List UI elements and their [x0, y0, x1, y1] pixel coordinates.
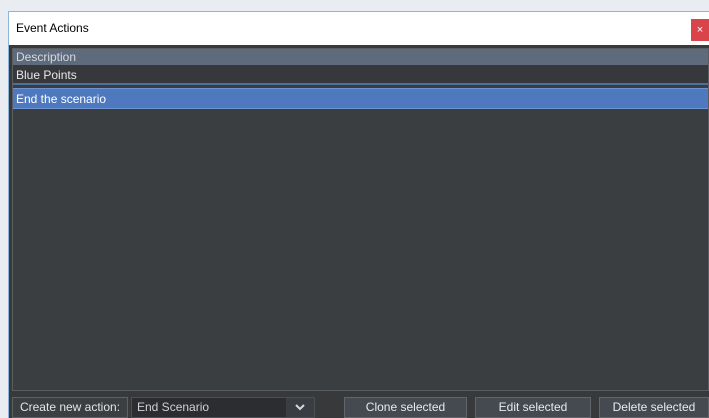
dialog-content: Description Blue Points End the scenario…	[9, 45, 709, 418]
close-icon: ×	[696, 24, 704, 36]
actions-list[interactable]: Description Blue Points End the scenario	[12, 48, 709, 391]
close-button[interactable]: ×	[691, 19, 709, 41]
delete-selected-button[interactable]: Delete selected	[599, 397, 709, 418]
action-type-dropdown[interactable]: End Scenario	[131, 397, 315, 418]
dropdown-toggle[interactable]	[286, 398, 314, 417]
title-bar: Event Actions ×	[9, 12, 709, 44]
dropdown-selected-value: End Scenario	[137, 400, 210, 414]
event-actions-window: Event Actions × Description Blue Points …	[8, 11, 709, 418]
chevron-down-icon	[295, 404, 305, 411]
edit-selected-button[interactable]: Edit selected	[475, 397, 591, 418]
column-header-description[interactable]: Description	[13, 49, 708, 65]
window-title: Event Actions	[16, 21, 89, 35]
group-header-blue-points: Blue Points	[13, 65, 708, 85]
action-toolbar: Create new action: End Scenario Clone se…	[9, 394, 709, 418]
list-item[interactable]: End the scenario	[13, 88, 708, 109]
create-new-action-label: Create new action:	[12, 397, 128, 418]
clone-selected-button[interactable]: Clone selected	[344, 397, 467, 418]
